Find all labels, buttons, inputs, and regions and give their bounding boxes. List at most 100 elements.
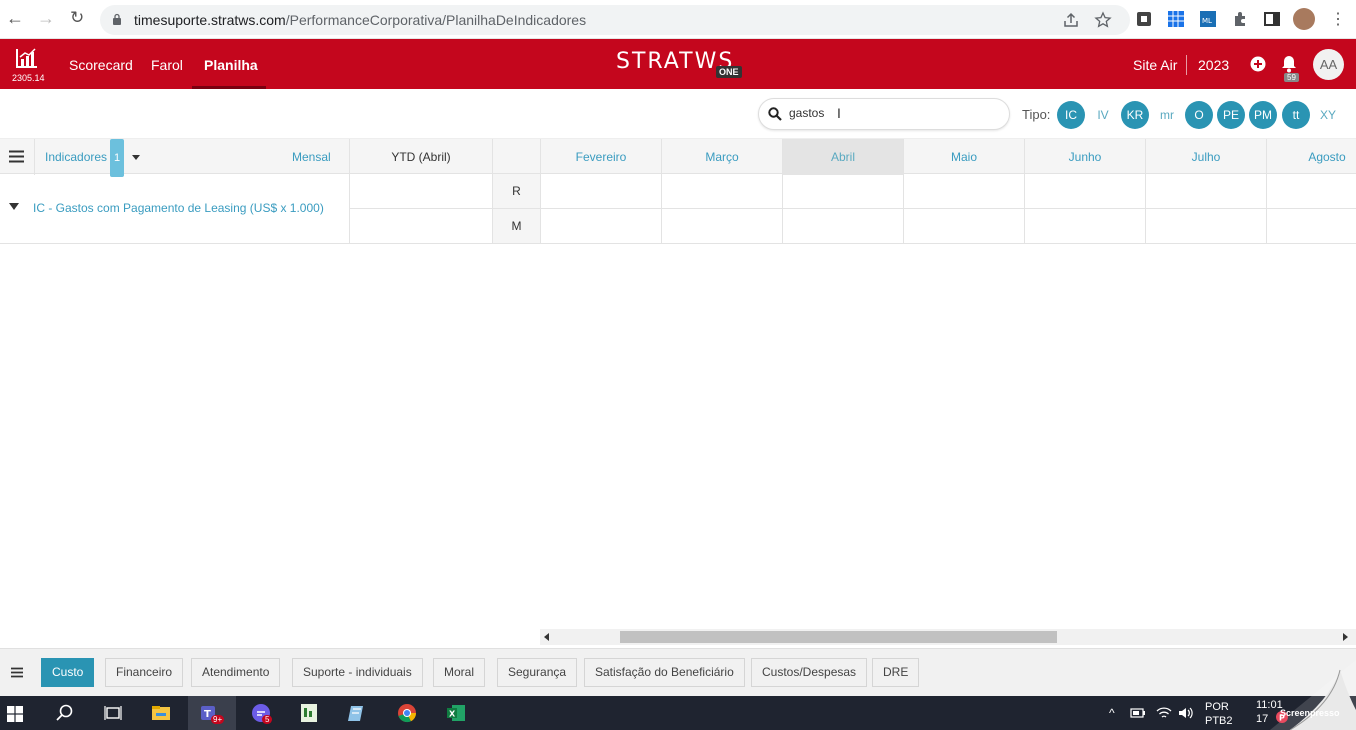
value-cell[interactable] — [1266, 209, 1356, 244]
puzzle-icon[interactable] — [1231, 10, 1249, 28]
series-label: R — [492, 174, 540, 209]
scroll-right-arrow-icon[interactable] — [1343, 633, 1348, 641]
value-cell[interactable] — [1145, 174, 1266, 209]
tabs-menu-icon[interactable] — [11, 667, 23, 678]
month-header[interactable]: Agosto — [1266, 139, 1356, 175]
chrome-icon[interactable] — [397, 703, 417, 723]
collapse-triangle-icon[interactable] — [9, 203, 19, 210]
value-cell[interactable] — [540, 209, 661, 244]
volume-icon[interactable] — [1178, 706, 1194, 720]
tipo-filter-kr[interactable]: KR — [1121, 101, 1149, 129]
indicators-header[interactable]: Indicadores 1 Mensal — [34, 139, 349, 177]
sheet-tab[interactable]: Financeiro — [105, 658, 184, 687]
month-header[interactable]: Maio — [903, 139, 1024, 175]
nav-planilha[interactable]: Planilha — [204, 57, 258, 73]
add-circle-icon[interactable] — [1250, 56, 1266, 72]
value-cell[interactable] — [1024, 174, 1145, 209]
sheet-tab[interactable]: Moral — [433, 658, 486, 687]
indicator-name-link[interactable]: IC - Gastos com Pagamento de Leasing (US… — [33, 201, 324, 215]
sheet-tab[interactable]: Segurança — [497, 658, 578, 687]
sheet-tab[interactable]: Custos/Despesas — [751, 658, 868, 687]
back-icon[interactable]: ← — [6, 8, 24, 29]
active-nav-indicator — [192, 86, 266, 89]
chart-logo-icon[interactable] — [15, 47, 39, 69]
file-explorer-icon[interactable] — [151, 703, 171, 723]
share-icon[interactable] — [1062, 11, 1080, 29]
url-text: timesuporte.stratws.com/PerformanceCorpo… — [134, 12, 587, 28]
version-label: 2305.14 — [12, 73, 45, 83]
value-cell[interactable] — [1145, 209, 1266, 244]
task-view-icon[interactable] — [103, 703, 123, 723]
tipo-filter-ic[interactable]: IC — [1057, 101, 1085, 129]
windows-start-icon[interactable] — [7, 706, 23, 722]
tipo-filter-pe[interactable]: PE — [1217, 101, 1245, 129]
month-header[interactable]: Junho — [1024, 139, 1145, 175]
scrollbar-thumb[interactable] — [620, 631, 1057, 643]
site-selector[interactable]: Site Air — [1133, 57, 1177, 73]
tipo-filter-iv[interactable]: IV — [1089, 101, 1117, 129]
wifi-icon[interactable] — [1156, 706, 1172, 720]
month-header-current[interactable]: Abril — [782, 139, 903, 175]
value-cell[interactable] — [540, 174, 661, 209]
extension-icon[interactable] — [1135, 10, 1153, 28]
lang-top: POR — [1205, 701, 1229, 713]
sheet-tab[interactable]: Suporte - individuais — [292, 658, 423, 687]
caret-down-icon[interactable] — [131, 155, 140, 161]
user-avatar[interactable]: AA — [1313, 49, 1344, 80]
ytd-cell — [349, 174, 492, 209]
value-cell[interactable] — [903, 174, 1024, 209]
lang-bottom: PTB2 — [1205, 715, 1233, 727]
month-header[interactable]: Março — [661, 139, 782, 175]
value-cell[interactable] — [782, 174, 903, 209]
nav-scorecard[interactable]: Scorecard — [69, 57, 133, 73]
app-header: 2305.14 Scorecard Farol Planilha STRATWS… — [0, 39, 1356, 89]
year-selector[interactable]: 2023 — [1198, 57, 1229, 73]
project-app-icon[interactable] — [299, 703, 319, 723]
notes-app-icon[interactable] — [347, 703, 367, 723]
hamburger-menu-icon[interactable] — [9, 150, 24, 163]
series-label: M — [492, 209, 540, 244]
forward-icon[interactable]: → — [37, 8, 55, 29]
sidepanel-icon[interactable] — [1263, 10, 1281, 28]
month-header[interactable]: Fevereiro — [540, 139, 661, 175]
sheet-tab[interactable]: Atendimento — [191, 658, 281, 687]
excel-icon[interactable]: X — [446, 703, 466, 723]
address-bar[interactable]: timesuporte.stratws.com/PerformanceCorpo… — [100, 5, 1130, 35]
value-cell[interactable] — [782, 209, 903, 244]
value-cell[interactable] — [903, 209, 1024, 244]
language-indicator[interactable]: POR PTB2 — [1205, 700, 1233, 728]
tipo-filter-mr[interactable]: mr — [1153, 101, 1181, 129]
horizontal-scrollbar[interactable] — [540, 629, 1356, 645]
tipo-filter-xy[interactable]: XY — [1314, 101, 1342, 129]
bell-icon[interactable] — [1281, 55, 1297, 73]
scroll-left-arrow-icon[interactable] — [544, 633, 549, 641]
tipo-filter-tt[interactable]: tt — [1282, 101, 1310, 129]
sheet-tab[interactable]: DRE — [872, 658, 920, 687]
tipo-filter-pm[interactable]: PM — [1249, 101, 1277, 129]
tipo-filter-o[interactable]: O — [1185, 101, 1213, 129]
month-header[interactable]: Julho — [1145, 139, 1266, 175]
search-icon — [768, 107, 782, 121]
xml-extension-icon[interactable]: ML — [1199, 10, 1217, 28]
sheet-tab[interactable]: Custo — [41, 658, 95, 687]
text-cursor-icon: I — [837, 105, 841, 121]
value-cell[interactable] — [661, 209, 782, 244]
profile-avatar-icon[interactable] — [1293, 8, 1315, 30]
value-cell[interactable] — [1024, 209, 1145, 244]
notification-count-badge: 59 — [1284, 73, 1299, 82]
svg-text:T: T — [204, 709, 211, 720]
value-cell[interactable] — [1266, 174, 1356, 209]
battery-icon[interactable] — [1130, 707, 1146, 719]
reload-icon[interactable]: ↻ — [70, 8, 84, 28]
search-input[interactable] — [789, 106, 989, 120]
value-cell[interactable] — [661, 174, 782, 209]
nav-farol[interactable]: Farol — [151, 57, 183, 73]
grid-extension-icon[interactable] — [1167, 10, 1185, 28]
tray-chevron-icon[interactable]: ^ — [1109, 706, 1115, 720]
ytd-cell — [349, 209, 492, 244]
menu-dots-icon[interactable]: ⋮ — [1330, 9, 1346, 29]
sheet-tab[interactable]: Satisfação do Beneficiário — [584, 658, 745, 687]
period-selector[interactable]: Mensal — [292, 139, 331, 175]
search-taskbar-icon[interactable] — [55, 703, 75, 723]
star-icon[interactable] — [1094, 11, 1112, 29]
